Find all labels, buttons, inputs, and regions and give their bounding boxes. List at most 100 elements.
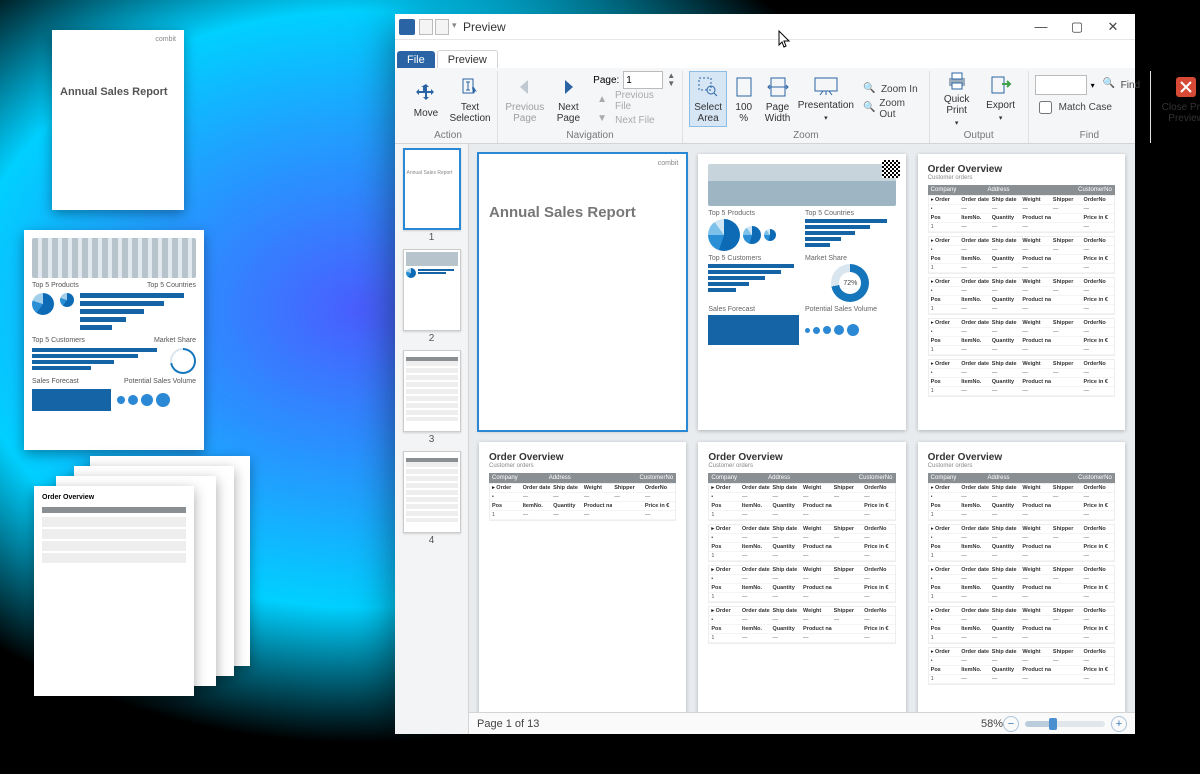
group-label-zoom: Zoom — [793, 130, 819, 141]
order-block: ▸ OrderOrder dateShip dateWeightShipperO… — [489, 483, 676, 521]
area-chart-icon — [32, 389, 111, 411]
preview-page-1[interactable]: combit Annual Sales Report — [479, 154, 686, 430]
arrow-down-icon: ▼ — [597, 113, 611, 127]
close-preview-icon — [1173, 74, 1199, 100]
thumbnail-3[interactable] — [403, 350, 461, 432]
text-cursor-icon — [457, 74, 483, 100]
order-block: ▸ OrderOrder dateShip dateWeightShipperO… — [928, 483, 1115, 521]
move-button[interactable]: Move — [405, 71, 447, 127]
ribbon: Move Text Selection Action Previous Page… — [395, 68, 1135, 144]
order-block: ▸ OrderOrder dateShip dateWeightShipperO… — [928, 647, 1115, 685]
next-file-button[interactable]: ▼Next File — [593, 111, 676, 129]
qat-icon[interactable] — [435, 19, 449, 35]
arrow-right-icon — [555, 74, 581, 100]
thumbnail-panel[interactable]: Annual Sales Report 1 2 3 4 — [395, 144, 469, 734]
select-area-icon — [695, 74, 721, 100]
zoom-out-icon: 🔍 — [863, 102, 875, 116]
order-overview-title: Order Overview — [928, 164, 1115, 175]
app-icon — [399, 19, 415, 35]
tab-preview[interactable]: Preview — [437, 50, 498, 68]
select-area-button[interactable]: Select Area — [689, 71, 727, 127]
thumbnail-4[interactable] — [403, 451, 461, 533]
report-title: Annual Sales Report — [489, 204, 676, 221]
previous-file-button[interactable]: ▲Previous File — [593, 92, 676, 110]
thumbnail-number: 4 — [399, 535, 464, 546]
preview-page-4[interactable]: Order Overview Customer orders CompanyAd… — [479, 442, 686, 712]
order-block: ▸ OrderOrder dateShip dateWeightShipperO… — [928, 524, 1115, 562]
pie-icon — [32, 293, 54, 315]
move-icon — [413, 80, 439, 106]
zoom-100-button[interactable]: 100 % — [729, 71, 758, 127]
zoom-in-button[interactable]: 🔍Zoom In — [859, 81, 923, 99]
group-label-navigation: Navigation — [566, 130, 613, 141]
printer-icon — [944, 70, 970, 92]
thumbnail-1[interactable]: Annual Sales Report — [403, 148, 461, 230]
titlebar: ▾ Preview — ▢ ✕ — [395, 14, 1135, 40]
sample-page-dashboard: Top 5 ProductsTop 5 Countries Top 5 Cust… — [24, 230, 204, 450]
zoom-slider[interactable] — [1025, 721, 1105, 727]
preview-window: ▾ Preview — ▢ ✕ File Preview Move Text S… — [395, 14, 1135, 734]
close-button[interactable]: ✕ — [1095, 17, 1131, 37]
zoom-in-button[interactable]: + — [1111, 716, 1127, 732]
page-spinner[interactable]: Page: ▲▼ — [593, 71, 676, 89]
page-width-button[interactable]: Page Width — [760, 71, 795, 127]
previous-page-button[interactable]: Previous Page — [504, 71, 546, 127]
pie-icon — [60, 293, 74, 307]
export-button[interactable]: Export▾ — [980, 71, 1022, 127]
find-input[interactable] — [1035, 75, 1087, 95]
qr-code-icon — [882, 160, 900, 178]
zoom-level: 58% — [981, 718, 1003, 730]
minimize-button[interactable]: — — [1023, 17, 1059, 37]
page-input[interactable] — [623, 71, 663, 89]
area-chart-icon — [708, 315, 799, 345]
thumbnail-number: 2 — [399, 333, 464, 344]
maximize-button[interactable]: ▢ — [1059, 17, 1095, 37]
match-case-checkbox[interactable]: Match Case — [1035, 98, 1144, 116]
preview-page-2[interactable]: Top 5 ProductsTop 5 Countries Top 5 Cust… — [698, 154, 905, 430]
zoom-in-icon: 🔍 — [863, 83, 877, 97]
order-block: ▸ OrderOrder dateShip dateWeightShipperO… — [928, 277, 1115, 315]
sample-page-title: combit Annual Sales Report — [52, 30, 184, 210]
export-icon — [988, 74, 1014, 98]
presentation-button[interactable]: Presentation▾ — [797, 71, 855, 127]
thumbnail-number: 3 — [399, 434, 464, 445]
combit-logo: combit — [155, 36, 176, 43]
zoom-out-button[interactable]: − — [1003, 716, 1019, 732]
thumbnail-2[interactable] — [403, 249, 461, 331]
close-print-preview-button[interactable]: Close Print Preview — [1157, 71, 1200, 127]
arrow-left-icon — [512, 74, 538, 100]
arrow-up-icon: ▲ — [597, 94, 611, 108]
bars-icon — [32, 348, 164, 374]
qat-dropdown-icon[interactable]: ▾ — [451, 20, 457, 34]
order-block: ▸ OrderOrder dateShip dateWeightShipperO… — [928, 318, 1115, 356]
zoom-out-button[interactable]: 🔍Zoom Out — [859, 100, 923, 118]
page-icon — [731, 74, 757, 100]
order-block: ▸ OrderOrder dateShip dateWeightShipperO… — [708, 565, 895, 603]
thumbnail-number: 1 — [399, 232, 464, 243]
group-label-action: Action — [434, 130, 462, 141]
next-page-button[interactable]: Next Page — [548, 71, 590, 127]
quick-print-button[interactable]: Quick Print▾ — [936, 71, 978, 127]
sample-title-text: Annual Sales Report — [60, 86, 176, 98]
search-icon: 🔍 — [1103, 78, 1117, 92]
group-label-output: Output — [964, 130, 994, 141]
world-map-icon — [32, 238, 196, 278]
donut-icon — [170, 348, 196, 374]
combit-logo: combit — [658, 160, 679, 167]
donut-chart-icon: 72% — [831, 264, 869, 302]
bubble-chart-icon — [117, 389, 196, 411]
bar-chart-icon — [805, 219, 896, 251]
sample-order-title: Order Overview — [42, 494, 94, 501]
preview-page-3[interactable]: Order Overview Customer orders CompanyAd… — [918, 154, 1125, 430]
find-button[interactable]: 🔍Find — [1099, 76, 1144, 94]
preview-page-6[interactable]: Order Overview Customer orders CompanyAd… — [918, 442, 1125, 712]
tab-file[interactable]: File — [397, 51, 435, 68]
qat-icon[interactable] — [419, 19, 433, 35]
order-block: ▸ OrderOrder dateShip dateWeightShipperO… — [708, 606, 895, 644]
order-block: ▸ OrderOrder dateShip dateWeightShipperO… — [928, 359, 1115, 397]
text-selection-button[interactable]: Text Selection — [449, 71, 491, 127]
order-block: ▸ OrderOrder dateShip dateWeightShipperO… — [708, 483, 895, 521]
status-bar: Page 1 of 13 58% − + — [469, 712, 1135, 734]
preview-page-5[interactable]: Order Overview Customer orders CompanyAd… — [698, 442, 905, 712]
page-pane[interactable]: combit Annual Sales Report Top 5 Product… — [469, 144, 1135, 712]
